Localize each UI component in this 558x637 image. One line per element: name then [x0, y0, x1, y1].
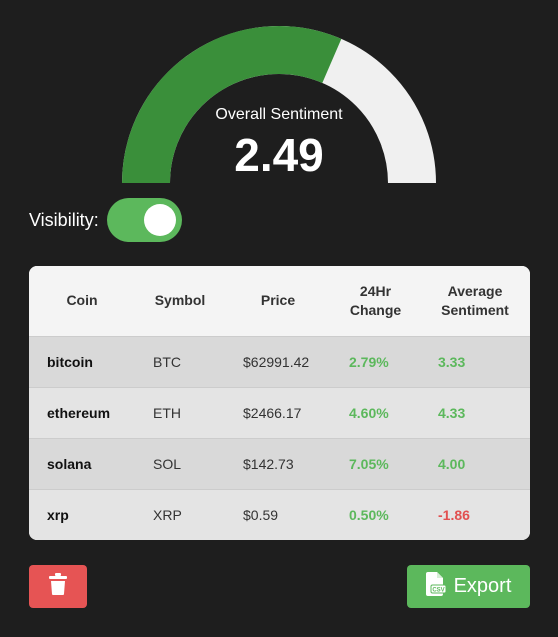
visibility-control: Visibility: [29, 198, 182, 242]
cell-coin: solana [47, 455, 92, 472]
header-24hr-change: 24Hr Change [331, 266, 420, 336]
table-row: ethereum ETH $2466.17 4.60% 4.33 [29, 387, 530, 438]
cell-change: 0.50% [349, 506, 389, 523]
csv-file-icon: CSV [425, 572, 447, 601]
cell-price: $0.59 [243, 506, 279, 523]
header-sentiment-line2: Sentiment [441, 301, 509, 318]
cell-sentiment: 3.33 [438, 353, 466, 370]
cell-sentiment: -1.86 [438, 506, 470, 523]
cell-coin: bitcoin [47, 353, 93, 370]
cell-coin: xrp [47, 506, 69, 523]
cell-price: $2466.17 [243, 404, 302, 421]
header-change-line1: 24Hr [359, 282, 392, 299]
table-row: xrp XRP $0.59 0.50% -1.86 [29, 489, 530, 540]
header-coin: Coin [66, 292, 98, 309]
visibility-label: Visibility: [29, 209, 99, 230]
header-change-line2: Change [349, 301, 402, 318]
gauge-value: 2.49 [234, 129, 324, 181]
cell-sentiment: 4.00 [438, 455, 466, 472]
delete-button[interactable] [29, 565, 87, 608]
table-header-row: Coin Symbol Price 24Hr Change Average Se… [29, 266, 530, 336]
cell-change: 7.05% [349, 455, 389, 472]
gauge-title: Overall Sentiment [215, 106, 343, 123]
cell-change: 4.60% [349, 404, 389, 421]
header-average-sentiment: Average Sentiment [420, 266, 530, 336]
cell-sentiment: 4.33 [438, 404, 466, 421]
cell-symbol: BTC [153, 353, 181, 370]
cell-change: 2.79% [349, 353, 389, 370]
cell-coin: ethereum [47, 404, 111, 421]
export-button[interactable]: CSV Export [407, 565, 530, 608]
export-label: Export [453, 575, 512, 597]
cell-symbol: XRP [153, 506, 182, 523]
toggle-knob [143, 204, 176, 236]
cell-symbol: ETH [153, 404, 181, 421]
header-symbol: Symbol [154, 292, 206, 309]
coin-table: Coin Symbol Price 24Hr Change Average Se… [29, 266, 530, 540]
cell-price: $62991.42 [243, 353, 310, 370]
cell-price: $142.73 [243, 455, 294, 472]
sentiment-dashboard: Overall Sentiment 2.49 Visibility: Coin … [0, 0, 558, 637]
svg-text:CSV: CSV [432, 588, 444, 594]
trash-icon [49, 573, 67, 600]
cell-symbol: SOL [153, 455, 182, 472]
visibility-toggle[interactable] [106, 198, 182, 242]
header-sentiment-line1: Average [447, 282, 503, 299]
table-row: solana SOL $142.73 7.05% 4.00 [29, 438, 530, 489]
header-price: Price [260, 292, 296, 309]
table-row: bitcoin BTC $62991.42 2.79% 3.33 [29, 336, 530, 387]
sentiment-gauge: Overall Sentiment 2.49 [112, 20, 446, 190]
